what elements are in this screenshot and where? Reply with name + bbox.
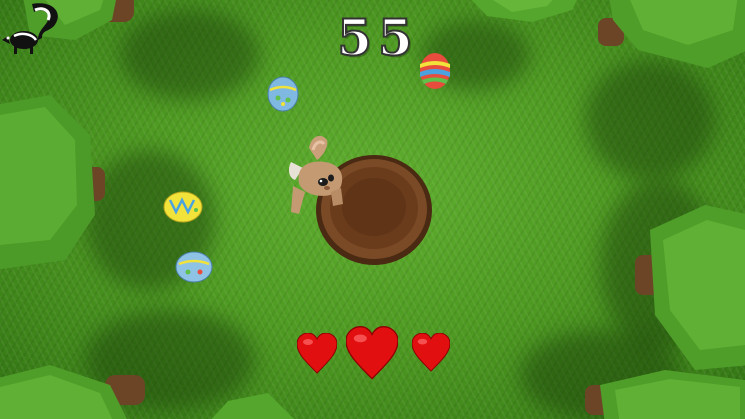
tree-top-center — [471, 0, 577, 22]
easter-egg-blue[interactable] — [266, 74, 300, 112]
heart-icon — [297, 333, 337, 374]
easter-egg-yellow[interactable] — [162, 190, 204, 224]
bunny-player[interactable] — [283, 130, 353, 220]
game-stage[interactable]: 55 — [0, 0, 745, 419]
easter-egg-striped[interactable] — [418, 50, 452, 90]
heart-icon — [412, 333, 450, 372]
tree-shadow — [585, 60, 715, 180]
easter-egg-blue-2[interactable] — [174, 250, 214, 284]
skunk-logo-icon — [2, 3, 58, 54]
tree-bottom-center — [211, 393, 294, 419]
tree-right — [635, 205, 745, 370]
tree-bottom-left — [0, 365, 145, 419]
tree-top-right — [598, 0, 745, 68]
heart-icon — [346, 326, 398, 380]
score-display: 55 — [336, 8, 419, 67]
tree-left — [0, 95, 105, 270]
tree-bottom-right — [585, 370, 745, 419]
tree-shadow — [120, 10, 260, 100]
